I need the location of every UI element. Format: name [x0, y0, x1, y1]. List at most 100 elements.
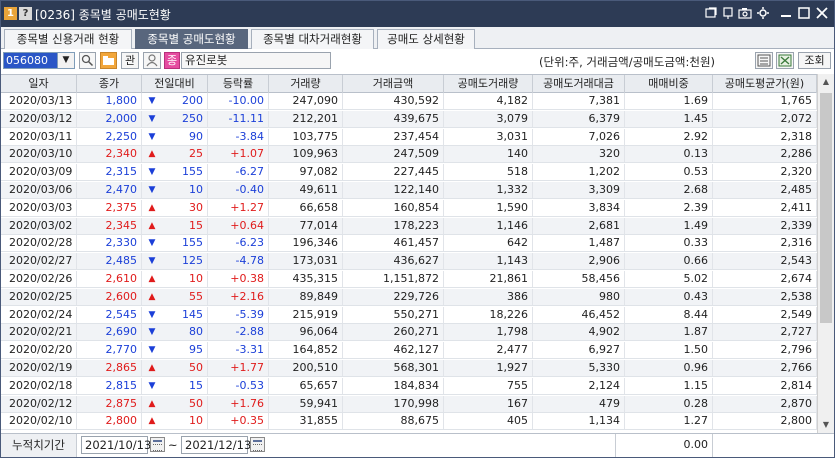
scroll-thumb[interactable] [820, 93, 832, 323]
stock-name-field: 유진로봇 [181, 52, 331, 69]
table-row[interactable]: 2020/03/11 2,250 90 ▼ -3.84 103,775 237,454 3,0… [1, 128, 817, 146]
table-row[interactable]: 2020/03/09 2,315 155 ▼ -6.27 97,082 227,445 518… [1, 164, 817, 182]
list-view-icon[interactable] [755, 52, 773, 69]
cell-rate: +0.64 [208, 217, 269, 234]
col-header-short-avg-price[interactable]: 공매도평균가(원) [713, 75, 817, 93]
cell-rate: +0.38 [208, 271, 269, 287]
jong-badge: 종 [164, 52, 180, 69]
scroll-up-icon[interactable]: ▲ [818, 74, 834, 90]
col-header-date[interactable]: 일자 [1, 75, 77, 93]
link-icon[interactable] [704, 6, 718, 20]
down-arrow-icon: ▼ [148, 380, 156, 391]
tab-stock-lending[interactable]: 종목별 대차거래현황 [251, 29, 374, 49]
table-row[interactable]: 2020/02/21 2,690 80 ▼ -2.88 96,064 260,271 1,79… [1, 324, 817, 342]
cell-short-volume: 1,798 [444, 324, 533, 341]
cell-short-avg-price: 2,318 [713, 128, 817, 145]
cell-short-avg-price: 2,796 [713, 342, 817, 359]
search-icon[interactable] [79, 52, 96, 69]
excel-icon[interactable] [776, 52, 794, 69]
col-header-close[interactable]: 종가 [77, 75, 142, 93]
table-row[interactable]: 2020/02/10 2,800 10 ▲ +0.35 31,855 88,675 405 1,… [1, 413, 817, 431]
cell-short-amount: 320 [533, 146, 625, 163]
cell-close: 2,690 [77, 324, 142, 341]
table-row[interactable]: 2020/02/20 2,770 95 ▼ -3.31 164,852 462,127 2,4… [1, 342, 817, 360]
cell-short-amount: 58,456 [533, 271, 625, 287]
table-header: 일자 종가 전일대비 등락률 거래량 거래금액 공매도거래량 공매도거래대금 매매비중 공매도평균… [1, 74, 817, 93]
table-row[interactable]: 2020/03/12 2,000 250 ▼ -11.11 212,201 439,675 3… [1, 110, 817, 128]
query-button[interactable]: 조회 [798, 52, 831, 69]
col-header-short-volume[interactable]: 공매도거래량 [444, 75, 533, 93]
vertical-scrollbar[interactable]: ▲ ▼ [817, 74, 834, 433]
folder-icon[interactable] [100, 52, 117, 69]
cell-short-volume: 642 [444, 235, 533, 252]
tab-credit-trading[interactable]: 종목별 신용거래 현황 [4, 29, 132, 49]
scroll-down-icon[interactable]: ▼ [818, 417, 834, 433]
table-row[interactable]: 2020/03/06 2,470 10 ▼ -0.40 49,611 122,140 1,33… [1, 182, 817, 199]
cell-date: 2020/02/10 [1, 413, 77, 430]
period-to-input[interactable]: 2021/12/13 [181, 436, 251, 454]
period-from-input[interactable]: 2021/10/13 [81, 436, 151, 454]
col-header-amount[interactable]: 거래금액 [343, 75, 444, 93]
stock-code-input[interactable]: 056080 [3, 52, 58, 69]
cell-amount: 260,271 [343, 324, 444, 341]
table-row[interactable]: 2020/03/13 1,800 200 ▼ -10.00 247,090 430,592 4… [1, 93, 817, 110]
cell-close: 2,330 [77, 235, 142, 252]
col-header-short-amount[interactable]: 공매도거래대금 [533, 75, 625, 93]
calendar-from-icon[interactable] [150, 437, 165, 452]
cell-date: 2020/03/12 [1, 110, 77, 127]
cell-trade-ratio: 2.92 [625, 128, 713, 145]
col-header-trade-ratio[interactable]: 매매비중 [625, 75, 713, 93]
stock-code-dropdown-icon[interactable]: ▼ [58, 52, 75, 69]
table-row[interactable]: 2020/03/02 2,345 15 ▲ +0.64 77,014 178,223 1,14… [1, 217, 817, 235]
pin-icon[interactable] [721, 6, 735, 20]
cell-short-amount: 2,124 [533, 377, 625, 394]
tab-short-detail[interactable]: 공매도 상세현황 [377, 29, 475, 49]
cell-short-avg-price: 2,870 [713, 395, 817, 412]
cell-rate: -0.40 [208, 182, 269, 198]
col-header-rate[interactable]: 등락률 [208, 75, 269, 93]
cell-amount: 430,592 [343, 93, 444, 109]
cell-short-volume: 21,861 [444, 271, 533, 287]
table-row[interactable]: 2020/03/10 2,340 25 ▲ +1.07 109,963 247,509 140… [1, 146, 817, 164]
cell-date: 2020/02/20 [1, 342, 77, 359]
cell-volume: 109,963 [269, 146, 343, 163]
cell-rate: -6.27 [208, 164, 269, 181]
calendar-to-icon[interactable] [250, 437, 265, 452]
table-row[interactable]: 2020/02/25 2,600 55 ▲ +2.16 89,849 229,726 386 9… [1, 288, 817, 306]
help-icon[interactable]: ? [19, 7, 32, 20]
close-icon[interactable] [815, 6, 829, 20]
screen-number-badge[interactable]: 1 [4, 7, 17, 20]
cell-amount: 178,223 [343, 217, 444, 234]
manage-button[interactable]: 관 [121, 52, 139, 69]
table-row[interactable]: 2020/02/12 2,875 50 ▲ +1.76 59,941 170,998 167 4… [1, 395, 817, 413]
cell-trade-ratio: 0.13 [625, 146, 713, 163]
cell-short-avg-price: 2,339 [713, 217, 817, 234]
cell-rate: -5.39 [208, 306, 269, 323]
table-row[interactable]: 2020/03/03 2,375 30 ▲ +1.27 66,658 160,854 1,59… [1, 199, 817, 217]
table-row[interactable]: 2020/02/28 2,330 155 ▼ -6.23 196,346 461,457 64… [1, 235, 817, 253]
cell-close: 2,875 [77, 395, 142, 412]
cell-volume: 103,775 [269, 128, 343, 145]
table-row[interactable]: 2020/02/27 2,485 125 ▼ -4.78 173,031 436,627 1,… [1, 253, 817, 271]
down-arrow-icon: ▼ [148, 345, 156, 356]
table-row[interactable]: 2020/02/24 2,545 145 ▼ -5.39 215,919 550,271 18… [1, 306, 817, 324]
up-arrow-icon: ▲ [148, 398, 156, 409]
cell-date: 2020/02/28 [1, 235, 77, 252]
cell-short-volume: 18,226 [444, 306, 533, 323]
table-row[interactable]: 2020/02/26 2,610 10 ▲ +0.38 435,315 1,151,872 2… [1, 271, 817, 288]
maximize-icon[interactable] [797, 6, 811, 20]
settings-icon[interactable] [756, 6, 770, 20]
period-label: 누적치기간 [1, 434, 77, 457]
cell-date: 2020/03/09 [1, 164, 77, 181]
minimize-icon[interactable] [779, 6, 793, 20]
table-row[interactable]: 2020/02/19 2,865 50 ▲ +1.77 200,510 568,301 1,9… [1, 360, 817, 377]
cell-rate: -4.78 [208, 253, 269, 270]
stock-info-icon[interactable] [143, 52, 161, 69]
capture-icon[interactable] [738, 6, 752, 20]
cell-short-amount: 7,381 [533, 93, 625, 109]
cell-date: 2020/03/13 [1, 93, 77, 109]
col-header-diff[interactable]: 전일대비 [142, 75, 208, 93]
table-row[interactable]: 2020/02/18 2,815 15 ▼ -0.53 65,657 184,834 755 2… [1, 377, 817, 395]
tab-short-selling[interactable]: 종목별 공매도현황 [135, 29, 248, 49]
col-header-volume[interactable]: 거래량 [269, 75, 343, 93]
